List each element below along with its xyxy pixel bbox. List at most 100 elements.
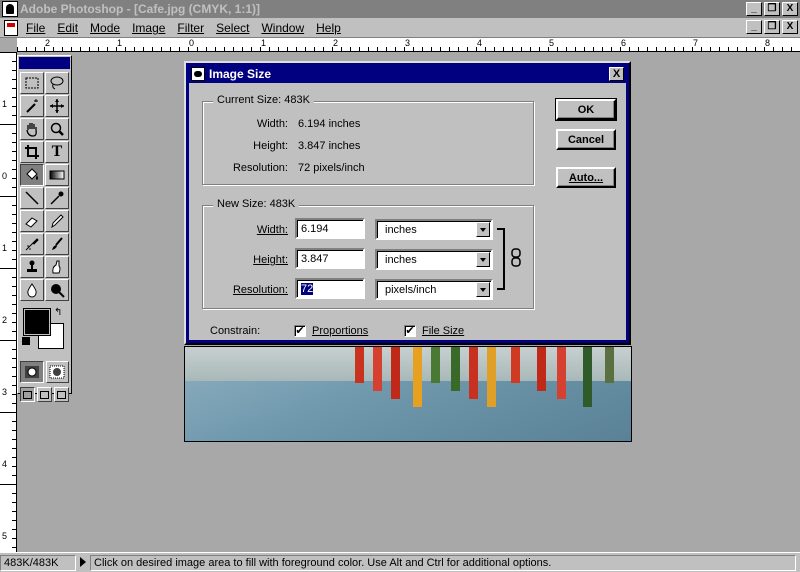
pencil-icon (51, 214, 64, 229)
menu-help[interactable]: Help (316, 18, 341, 38)
status-menu-arrow-icon[interactable] (80, 557, 86, 567)
ruler-tick (638, 47, 639, 51)
ruler-tick (395, 47, 396, 51)
menu-file[interactable]: File (26, 18, 45, 38)
paintbrush-tool[interactable] (45, 233, 69, 255)
resolution-input[interactable]: 72 (295, 278, 365, 299)
airbrush-tool[interactable] (20, 233, 44, 255)
smudge-tool[interactable] (45, 256, 69, 278)
ruler-tick (449, 47, 450, 51)
menu-window[interactable]: Window (261, 18, 304, 38)
blur-tool[interactable] (20, 279, 44, 301)
ruler-tick (12, 520, 16, 521)
dialog-title-bar[interactable]: Image Size X (189, 66, 626, 83)
quick-mask-mode-button[interactable] (45, 361, 69, 383)
app-window-controls: _ ❐ X (746, 2, 798, 16)
pencil-tool[interactable] (45, 210, 69, 232)
doc-restore-button[interactable]: ❐ (764, 20, 780, 34)
swap-colors-icon[interactable]: ↰ (54, 307, 62, 318)
toolbox-title-bar[interactable] (19, 57, 70, 69)
menu-image[interactable]: Image (132, 18, 165, 38)
foreground-color-swatch[interactable] (23, 308, 51, 336)
minimize-button[interactable]: _ (746, 2, 762, 16)
chevron-down-icon[interactable] (476, 252, 490, 267)
crop-tool[interactable] (20, 141, 44, 163)
app-title-bar[interactable]: Adobe Photoshop - [Cafe.jpg (CMYK, 1:1)]… (0, 0, 800, 18)
rubber-stamp-tool[interactable] (20, 256, 44, 278)
menu-filter[interactable]: Filter (177, 18, 204, 38)
doc-minimize-button[interactable]: _ (746, 20, 762, 34)
zoom-tool[interactable] (45, 118, 69, 140)
height-unit-select[interactable]: inches (375, 249, 493, 270)
ruler-tick (233, 47, 234, 51)
eraser-tool[interactable] (20, 210, 44, 232)
ruler-tick (12, 466, 16, 467)
resolution-unit-select[interactable]: pixels/inch (375, 279, 493, 300)
default-colors-icon[interactable] (22, 337, 30, 345)
ruler-tick (12, 169, 16, 170)
proportions-checkbox[interactable]: ✔ Proportions (294, 325, 368, 337)
doc-close-button[interactable]: X (782, 20, 798, 34)
dodge-tool[interactable] (45, 279, 69, 301)
cancel-button[interactable]: Cancel (556, 129, 616, 150)
chevron-down-icon[interactable] (476, 222, 490, 237)
paint-bucket-tool[interactable] (20, 164, 44, 186)
menu-mode[interactable]: Mode (90, 18, 120, 38)
ruler-tick (98, 47, 99, 51)
ok-button[interactable]: OK (555, 98, 617, 121)
width-input[interactable]: 6.194 (295, 218, 365, 239)
chair-leg (431, 347, 440, 383)
menu-select[interactable]: Select (216, 18, 249, 38)
gradient-tool[interactable] (45, 164, 69, 186)
ruler-tick (0, 52, 16, 53)
ruler-tick (12, 313, 16, 314)
marquee-tool[interactable] (20, 72, 44, 94)
magic-wand-tool[interactable] (20, 95, 44, 117)
document-size-readout[interactable]: 483K/483K (0, 555, 76, 571)
dialog-close-button[interactable]: X (609, 67, 624, 81)
move-tool[interactable] (45, 95, 69, 117)
standard-screen-button[interactable] (20, 387, 35, 402)
new-width-label: Width: (256, 224, 288, 236)
full-screen-menu-button[interactable] (37, 387, 52, 402)
file-size-checkbox[interactable]: ✔ File Size (404, 325, 464, 337)
height-input[interactable]: 3.847 (295, 248, 365, 269)
lasso-tool[interactable] (45, 72, 69, 94)
horizontal-ruler[interactable]: 2 1 0 1 2 3 4 5 6 7 8 (17, 38, 800, 52)
vertical-ruler[interactable]: 1 0 1 2 3 4 5 (0, 52, 17, 552)
ruler-tick (89, 47, 90, 51)
image-canvas[interactable] (184, 346, 632, 442)
auto-button[interactable]: Auto... (556, 167, 616, 188)
ruler-tick (12, 214, 16, 215)
full-screen-button[interactable] (54, 387, 69, 402)
ruler-tick (12, 403, 16, 404)
current-resolution-label: Resolution: (232, 162, 288, 174)
type-icon: T (51, 143, 63, 160)
ruler-tick (0, 196, 16, 197)
chair-leg (413, 347, 422, 407)
close-button[interactable]: X (782, 2, 798, 16)
new-height-label: Height: (253, 254, 288, 266)
ruler-tick (53, 47, 54, 51)
ruler-tick (521, 47, 522, 51)
width-unit-select[interactable]: inches (375, 219, 493, 240)
menu-edit[interactable]: Edit (57, 18, 78, 38)
ruler-tick (224, 47, 225, 51)
ruler-tick (125, 47, 126, 51)
chair-leg (451, 347, 460, 391)
ruler-tick (737, 47, 738, 51)
hand-tool[interactable] (20, 118, 44, 140)
standard-mode-button[interactable] (20, 361, 44, 383)
restore-button[interactable]: ❐ (764, 2, 780, 16)
photoshop-eye-icon[interactable] (2, 1, 18, 17)
ruler-tick (12, 106, 16, 107)
ruler-tick (215, 47, 216, 51)
ruler-tick (12, 367, 16, 368)
document-icon[interactable] (4, 20, 18, 36)
chevron-down-icon[interactable] (476, 282, 490, 297)
ruler-tick (0, 124, 16, 125)
line-tool[interactable] (20, 187, 44, 209)
airbrush-icon (25, 238, 39, 251)
eyedropper-tool[interactable] (45, 187, 69, 209)
type-tool[interactable]: T (45, 141, 69, 163)
